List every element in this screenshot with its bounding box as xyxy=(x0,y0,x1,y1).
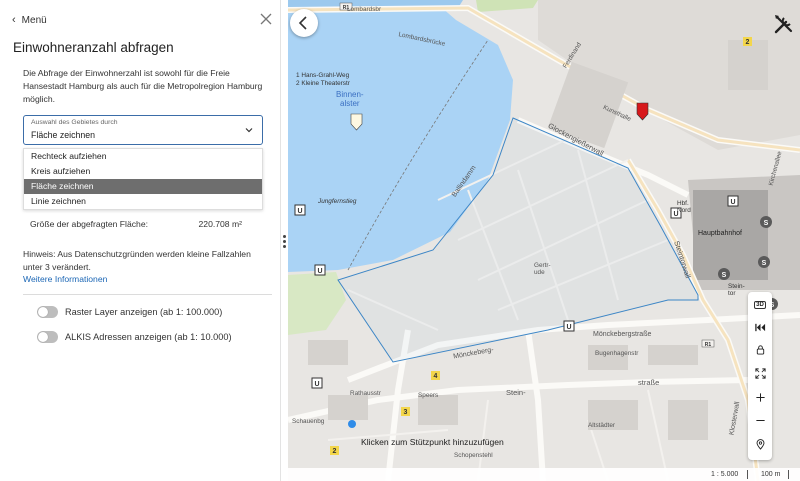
side-panel: ‹ Menü Einwohneranzahl abfragen Die Abfr… xyxy=(0,0,281,481)
map-label-jungfernstieg: Jungfernstieg xyxy=(318,198,357,205)
svg-text:U: U xyxy=(317,268,322,275)
area-size-label: Größe der abgefragten Fläche: xyxy=(30,219,148,229)
chevron-left-icon xyxy=(298,16,307,30)
svg-text:4: 4 xyxy=(434,373,438,380)
svg-text:3: 3 xyxy=(404,409,408,416)
option-flaeche[interactable]: Fläche zeichnen xyxy=(24,179,262,194)
map-label-steintor: Stein- tor xyxy=(728,283,745,297)
raster-layer-toggle[interactable] xyxy=(37,306,58,318)
svg-text:U: U xyxy=(297,208,302,215)
location-pin-icon xyxy=(756,438,764,450)
skip-back-icon xyxy=(754,323,765,331)
map-view[interactable]: U U U U U U S S S S 2 3 4 2 R1 R1 Lombar… xyxy=(288,0,800,481)
area-method-select[interactable]: Auswahl des Gebietes durch Fläche zeichn… xyxy=(23,115,263,145)
map-label-schauenburger: Schauenbg xyxy=(292,418,325,425)
fullscreen-button[interactable] xyxy=(748,363,772,383)
lock-icon xyxy=(756,344,764,355)
intro-text: Die Abfrage der Einwohnerzahl ist sowohl… xyxy=(23,68,263,104)
map-back-button[interactable] xyxy=(290,9,318,37)
select-options-list: Rechteck aufziehen Kreis aufziehen Fläch… xyxy=(23,148,263,210)
map-label-gertrud: Gertr- ude xyxy=(534,262,551,276)
chevron-down-icon xyxy=(245,128,253,133)
locate-button[interactable] xyxy=(748,434,772,454)
panel-resize-handle[interactable] xyxy=(283,235,287,251)
scale-ratio: 1 : 5.000 xyxy=(711,471,739,478)
map-label-schopenstehl: Schopenstehl xyxy=(454,452,493,459)
map-label-hauptbahnhof: Hauptbahnhof xyxy=(698,230,742,237)
svg-text:S: S xyxy=(764,220,769,227)
svg-text:S: S xyxy=(762,260,767,267)
alkis-address-row: ALKIS Adressen anzeigen (ab 1: 10.000) xyxy=(37,331,232,343)
scale-bar: 1 : 5.000 100 m xyxy=(288,468,800,481)
map-label-strasse: straße xyxy=(638,378,660,387)
rewind-button[interactable] xyxy=(748,317,772,337)
alkis-address-label: ALKIS Adressen anzeigen (ab 1: 10.000) xyxy=(65,332,232,342)
raster-layer-row: Raster Layer anzeigen (ab 1: 100.000) xyxy=(37,306,222,318)
option-linie[interactable]: Linie zeichnen xyxy=(24,194,262,209)
area-size-row: Größe der abgefragten Fläche: 220.708 m² xyxy=(30,219,242,229)
3d-button[interactable]: 3D xyxy=(748,295,772,315)
close-icon[interactable] xyxy=(258,11,274,27)
map-label-moenckebergstrasse: Mönckebergstraße xyxy=(593,331,652,338)
fullscreen-icon xyxy=(754,367,766,379)
svg-text:2: 2 xyxy=(333,448,337,455)
map-legend-2: 2 Kleine Theaterstr xyxy=(296,80,350,87)
map-label-rathausstr: Rathausstr xyxy=(350,390,381,397)
map-label-bugenhagenstr: Bugenhagenstr xyxy=(595,350,639,357)
map-canvas: U U U U U U S S S S 2 3 4 2 R1 R1 xyxy=(288,0,800,481)
svg-text:R1: R1 xyxy=(705,342,712,348)
select-label: Auswahl des Gebietes durch xyxy=(31,119,118,126)
scale-end-tick xyxy=(788,470,789,479)
map-label-altstaedter: Altstädter xyxy=(588,422,615,429)
option-kreis[interactable]: Kreis aufziehen xyxy=(24,164,262,179)
map-click-hint: Klicken zum Stützpunkt hinzuzufügen xyxy=(361,437,504,447)
menu-label: Menü xyxy=(21,14,47,26)
option-rechteck[interactable]: Rechteck aufziehen xyxy=(24,149,262,164)
3d-icon: 3D xyxy=(754,301,766,309)
alkis-address-toggle[interactable] xyxy=(37,331,58,343)
raster-layer-label: Raster Layer anzeigen (ab 1: 100.000) xyxy=(65,307,223,317)
map-legend-1: 1 Hans-Grahl-Weg xyxy=(296,72,350,79)
map-label-stein: Stein- xyxy=(506,388,526,397)
menu-back-link[interactable]: ‹ Menü xyxy=(12,14,47,26)
area-size-value: 220.708 m² xyxy=(198,219,242,229)
map-control-bar: 3D xyxy=(748,292,772,460)
plus-icon xyxy=(755,392,765,402)
map-label-binnenalster: Binnen- alster xyxy=(336,90,364,108)
panel-title: Einwohneranzahl abfragen xyxy=(13,40,174,55)
privacy-hint: Hinweis: Aus Datenschutzgründen werden k… xyxy=(23,249,251,272)
more-info-link[interactable]: Weitere Informationen xyxy=(23,274,107,284)
minus-icon xyxy=(755,419,765,421)
chevron-left-icon: ‹ xyxy=(12,14,16,26)
map-label-speersort: Speers xyxy=(418,392,439,399)
svg-text:U: U xyxy=(314,381,319,388)
scale-separator xyxy=(747,470,748,479)
divider xyxy=(23,294,272,295)
map-label-lombardsbr: Lombardsbr xyxy=(347,6,382,13)
svg-text:U: U xyxy=(730,199,735,206)
lock-button[interactable] xyxy=(748,339,772,359)
scale-distance: 100 m xyxy=(761,471,781,478)
tools-icon[interactable] xyxy=(772,12,796,36)
svg-text:U: U xyxy=(566,324,571,331)
map-label-hbf-nord: Hbf. Nord xyxy=(677,200,691,214)
zoom-out-button[interactable] xyxy=(748,410,772,430)
svg-text:S: S xyxy=(722,272,727,279)
select-value: Fläche zeichnen xyxy=(31,130,96,140)
svg-text:2: 2 xyxy=(746,39,750,46)
zoom-in-button[interactable] xyxy=(748,387,772,407)
